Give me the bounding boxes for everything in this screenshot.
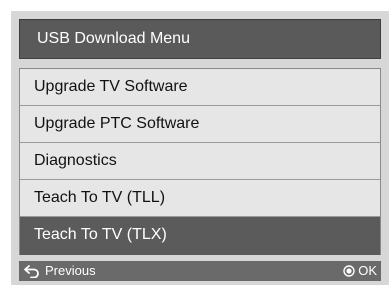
menu-title: USB Download Menu [19, 19, 381, 59]
menu-item-teach-to-tv-tlx[interactable]: Teach To TV (TLX) [20, 217, 380, 255]
menu-frame: USB Download Menu Upgrade TV Software Up… [11, 11, 389, 285]
previous-button[interactable]: Previous [23, 261, 96, 281]
ok-label: OK [358, 263, 377, 278]
menu-item-teach-to-tv-tll[interactable]: Teach To TV (TLL) [20, 180, 380, 217]
menu-list: Upgrade TV Software Upgrade PTC Software… [19, 68, 381, 255]
footer-bar: Previous OK [19, 261, 381, 281]
back-arrow-icon [24, 265, 39, 278]
ok-circle-icon [343, 265, 355, 277]
menu-item-upgrade-tv-software[interactable]: Upgrade TV Software [20, 69, 380, 106]
menu-item-upgrade-ptc-software[interactable]: Upgrade PTC Software [20, 106, 380, 143]
menu-item-diagnostics[interactable]: Diagnostics [20, 143, 380, 180]
previous-label: Previous [45, 263, 96, 278]
ok-button[interactable]: OK [343, 261, 377, 281]
